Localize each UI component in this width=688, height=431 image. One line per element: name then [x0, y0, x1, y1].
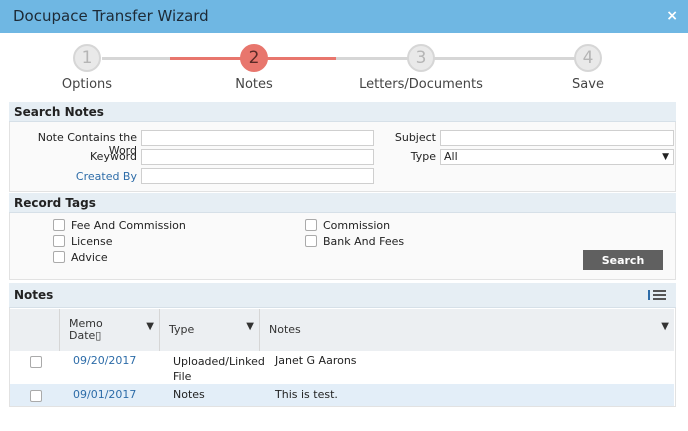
close-icon[interactable]: ×	[666, 8, 678, 24]
type-column-header[interactable]: Type ▼	[160, 309, 260, 351]
created-by-input[interactable]	[141, 168, 374, 184]
table-row[interactable]: 09/20/2017 Uploaded/Linked File Janet G …	[10, 351, 674, 384]
tag-bank-and-fees[interactable]: Bank And Fees	[305, 234, 404, 248]
checkbox[interactable]	[53, 235, 65, 247]
step-label: Letters/Documents	[359, 77, 483, 92]
filter-icon[interactable]: ▼	[146, 321, 154, 332]
wizard-step-options[interactable]: 1 Options	[17, 44, 157, 92]
wizard-step-save[interactable]: 4 Save	[518, 44, 658, 92]
type-cell: Uploaded/Linked File	[173, 354, 265, 384]
tag-label: Commission	[323, 218, 391, 232]
type-cell-line2: File	[173, 370, 192, 383]
memo-date-cell[interactable]: 09/20/2017	[73, 354, 136, 367]
memo-date-cell[interactable]: 09/01/2017	[73, 388, 136, 401]
step-number: 2	[240, 44, 268, 72]
type-select-value: All	[444, 150, 458, 163]
table-row[interactable]: 09/01/2017 Notes This is test.	[10, 384, 674, 406]
type-label: Type	[410, 150, 436, 163]
checkbox[interactable]	[305, 219, 317, 231]
keyword-input[interactable]	[141, 149, 374, 165]
step-number: 4	[574, 44, 602, 72]
step-label: Options	[61, 77, 113, 92]
notes-cell: Janet G Aarons	[275, 354, 357, 367]
notes-header: Notes	[9, 283, 676, 308]
subject-label: Subject	[394, 131, 436, 144]
filter-icon[interactable]: ▼	[246, 321, 254, 332]
keyword-label: Keyword	[90, 150, 137, 163]
step-number: 3	[407, 44, 435, 72]
notes-column-header[interactable]: Notes ▼	[260, 309, 674, 351]
type-select[interactable]: All ▼	[440, 149, 674, 165]
wizard-steps: 1 Options 2 Notes 3 Letters/Documents 4 …	[4, 33, 684, 97]
record-tags-header: Record Tags	[9, 193, 676, 213]
window-title: Docupace Transfer Wizard	[13, 7, 209, 25]
type-column-label: Type	[169, 323, 195, 336]
column-menu-icon[interactable]	[648, 289, 668, 303]
notes-column-label: Notes	[269, 323, 301, 336]
checkbox[interactable]	[53, 251, 65, 263]
wizard-step-notes[interactable]: 2 Notes	[184, 44, 324, 92]
filter-icon[interactable]: ▼	[661, 321, 669, 332]
checkbox[interactable]	[305, 235, 317, 247]
tag-fee-and-commission[interactable]: Fee And Commission	[53, 218, 186, 232]
title-bar: Docupace Transfer Wizard ×	[0, 0, 688, 33]
row-checkbox[interactable]	[30, 390, 42, 402]
select-column-header	[10, 309, 60, 351]
search-notes-header: Search Notes	[9, 102, 676, 122]
notes-cell: This is test.	[275, 388, 338, 401]
memo-date-line2: Date▯	[69, 329, 102, 342]
tag-commission[interactable]: Commission	[305, 218, 390, 232]
tag-label: Fee And Commission	[71, 218, 186, 232]
memo-date-column-header[interactable]: Memo Date▯ ▼	[60, 309, 160, 351]
wizard-step-letters-documents[interactable]: 3 Letters/Documents	[351, 44, 491, 92]
checkbox[interactable]	[53, 219, 65, 231]
tag-label: Bank And Fees	[323, 234, 405, 248]
note-contains-input[interactable]	[141, 130, 374, 146]
subject-input[interactable]	[440, 130, 674, 146]
tag-license[interactable]: License	[53, 234, 112, 248]
search-button[interactable]: Search	[583, 250, 663, 270]
created-by-link[interactable]: Created By	[10, 170, 137, 183]
step-label: Notes	[235, 77, 273, 92]
chevron-down-icon: ▼	[662, 152, 669, 162]
type-cell: Notes	[173, 388, 205, 401]
notes-table-header: Memo Date▯ ▼ Type ▼ Notes ▼	[10, 309, 674, 352]
step-number: 1	[73, 44, 101, 72]
row-checkbox[interactable]	[30, 356, 42, 368]
step-label: Save	[572, 77, 604, 92]
tag-label: License	[71, 234, 113, 248]
tag-advice[interactable]: Advice	[53, 250, 108, 264]
tag-label: Advice	[71, 250, 108, 264]
type-cell-line1: Uploaded/Linked	[173, 355, 265, 368]
